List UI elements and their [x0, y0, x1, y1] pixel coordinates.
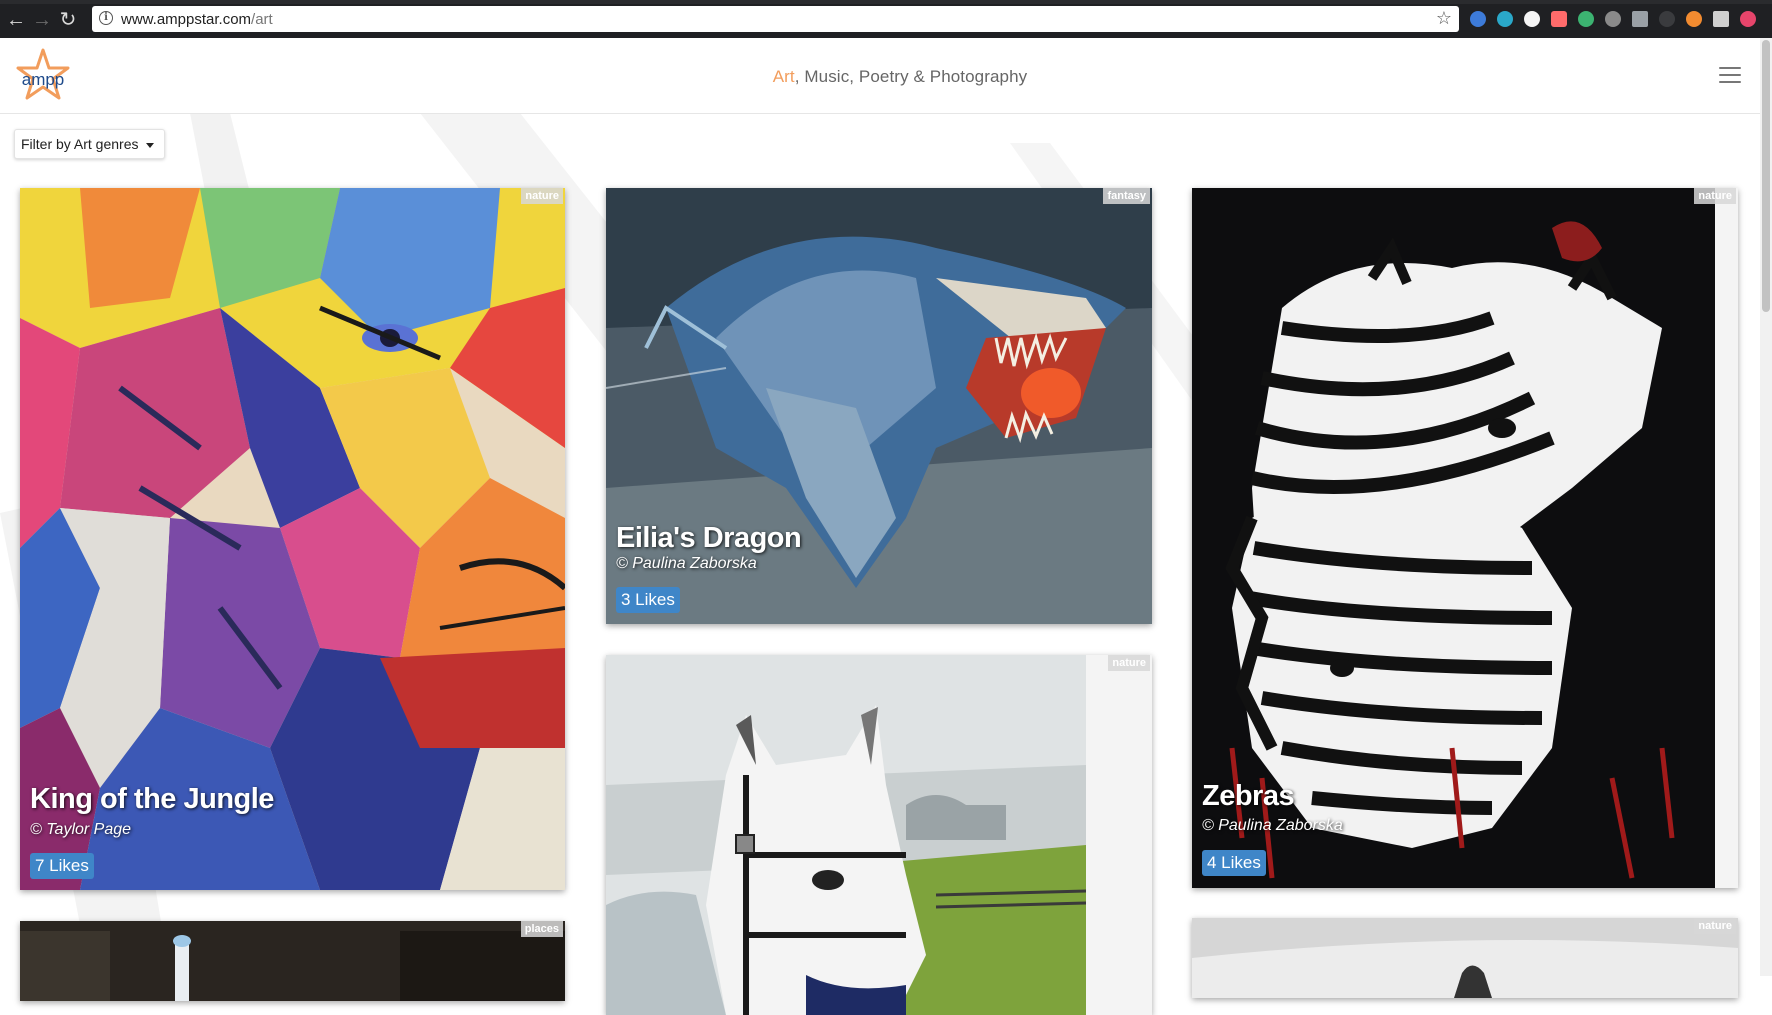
genre-tag[interactable]: nature	[1694, 188, 1736, 204]
extension-icon[interactable]	[1524, 11, 1540, 27]
genre-tag[interactable]: nature	[1694, 918, 1736, 934]
browser-toolbar: ← → ↻ i www.amppstar.com/art ☆	[0, 0, 1772, 39]
bookmark-star-icon[interactable]: ☆	[1436, 8, 1452, 29]
places-photo-image	[20, 921, 565, 1001]
artwork-title[interactable]: Eilia's Dragon	[616, 522, 802, 555]
artwork-card[interactable]: nature	[606, 655, 1152, 1015]
genre-tag[interactable]: nature	[521, 188, 563, 204]
extension-icon[interactable]	[1470, 11, 1486, 27]
extension-icon[interactable]	[1713, 11, 1729, 27]
extension-icon[interactable]	[1740, 11, 1756, 27]
likes-badge[interactable]: 7 Likes	[30, 853, 94, 879]
extension-icon[interactable]	[1551, 11, 1567, 27]
artist-credit[interactable]: © Taylor Page	[30, 821, 131, 839]
extension-icon[interactable]	[1686, 11, 1702, 27]
artwork-card[interactable]: nature	[1192, 918, 1738, 998]
horse-painting-image	[606, 655, 1086, 1015]
genre-tag[interactable]: nature	[1108, 655, 1150, 671]
artwork-title[interactable]: Zebras	[1202, 780, 1295, 813]
tagline-art-link[interactable]: Art	[773, 67, 795, 86]
tagline-rest: , Music, Poetry & Photography	[794, 67, 1028, 86]
address-bar[interactable]: i www.amppstar.com/art ☆	[92, 6, 1459, 32]
genre-tag[interactable]: fantasy	[1103, 188, 1150, 204]
gear-icon[interactable]	[1605, 11, 1621, 27]
artist-credit[interactable]: © Paulina Zaborska	[1202, 817, 1343, 835]
back-arrow-icon[interactable]: ←	[4, 8, 28, 32]
extension-icon[interactable]	[1497, 11, 1513, 27]
tab-strip	[0, 0, 1772, 4]
forward-arrow-icon[interactable]: →	[30, 8, 54, 32]
artwork-card[interactable]: places	[20, 921, 565, 1001]
caret-down-icon	[145, 142, 154, 148]
artwork-card[interactable]: nature King of the Jungle © Taylor Page …	[20, 188, 565, 890]
site-header: ampp Art, Music, Poetry & Photography	[0, 38, 1760, 114]
artwork-title[interactable]: King of the Jungle	[30, 783, 274, 816]
hamburger-menu-icon[interactable]	[1719, 67, 1741, 85]
likes-badge[interactable]: 3 Likes	[616, 587, 680, 613]
extension-icon[interactable]	[1659, 11, 1675, 27]
artwork-card[interactable]: nature Zebras © Paulina Zaborska 4 Likes	[1192, 188, 1738, 888]
site-tagline: Art, Music, Poetry & Photography	[0, 67, 1772, 87]
address-url[interactable]: www.amppstar.com/art	[121, 11, 273, 28]
likes-badge[interactable]: 4 Likes	[1202, 850, 1266, 876]
artist-credit[interactable]: © Paulina Zaborska	[616, 555, 757, 573]
reload-icon[interactable]: ↻	[56, 8, 80, 32]
genre-filter-dropdown[interactable]: Filter by Art genres	[14, 129, 165, 159]
genre-tag[interactable]: places	[520, 921, 563, 937]
info-icon[interactable]: i	[99, 11, 113, 25]
extension-icon[interactable]	[1578, 11, 1594, 27]
artwork-card[interactable]: fantasy Eilia's Dragon © Paulina Zaborsk…	[606, 188, 1152, 624]
nature-photo-image	[1192, 918, 1738, 998]
extension-icon[interactable]	[1632, 11, 1648, 27]
